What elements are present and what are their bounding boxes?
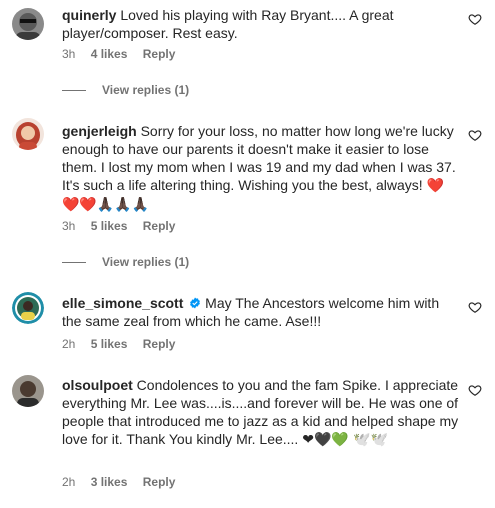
avatar-redhair-icon [12, 118, 44, 150]
like-heart-icon[interactable] [468, 383, 482, 397]
divider-line [62, 90, 86, 92]
avatar-sunglasses-icon [12, 8, 44, 40]
comment-likes[interactable]: 3 likes [91, 475, 128, 489]
avatar[interactable] [12, 8, 44, 40]
comment-emoji: ❤🖤💚 🕊️🕊️ [302, 432, 389, 448]
comment-body: quinerly Loved his playing with Ray Brya… [62, 6, 460, 42]
like-heart-icon[interactable] [468, 128, 482, 142]
comment-body: olsoulpoet Condolences to you and the fa… [62, 376, 460, 449]
comment-likes[interactable]: 5 likes [91, 219, 128, 233]
comment-time: 2h [62, 475, 76, 489]
comment-username[interactable]: olsoulpoet [62, 377, 133, 393]
comment-time: 3h [62, 219, 76, 233]
reply-button[interactable]: Reply [143, 47, 176, 61]
comment-meta: 3h 5 likes Reply [62, 218, 187, 234]
view-replies-button[interactable]: View replies (1) [62, 82, 189, 98]
comment-meta: 2h 3 likes Reply [62, 474, 187, 490]
reply-button[interactable]: Reply [143, 475, 176, 489]
avatar[interactable] [12, 292, 44, 324]
avatar-man-icon [12, 375, 44, 407]
verified-badge-icon [190, 297, 201, 309]
comment-username[interactable]: quinerly [62, 7, 116, 23]
divider-line [62, 262, 86, 264]
avatar-story-ring-icon [12, 292, 44, 324]
comment-likes[interactable]: 5 likes [91, 337, 128, 351]
comment-meta: 3h 4 likes Reply [62, 46, 187, 62]
comment-username[interactable]: elle_simone_scott [62, 295, 183, 311]
reply-button[interactable]: Reply [143, 337, 176, 351]
comment-body: elle_simone_scott May The Ancestors welc… [62, 294, 460, 330]
view-replies-button[interactable]: View replies (1) [62, 254, 189, 270]
comment-body: genjerleigh Sorry for your loss, no matt… [62, 122, 460, 214]
avatar[interactable] [12, 118, 44, 150]
comment-time: 2h [62, 337, 76, 351]
comment-username[interactable]: genjerleigh [62, 123, 137, 139]
like-heart-icon[interactable] [468, 300, 482, 314]
comment-time: 3h [62, 47, 76, 61]
comment-meta: 2h 5 likes Reply [62, 336, 187, 352]
comment-likes[interactable]: 4 likes [91, 47, 128, 61]
like-heart-icon[interactable] [468, 12, 482, 26]
avatar[interactable] [12, 375, 44, 407]
reply-button[interactable]: Reply [143, 219, 176, 233]
